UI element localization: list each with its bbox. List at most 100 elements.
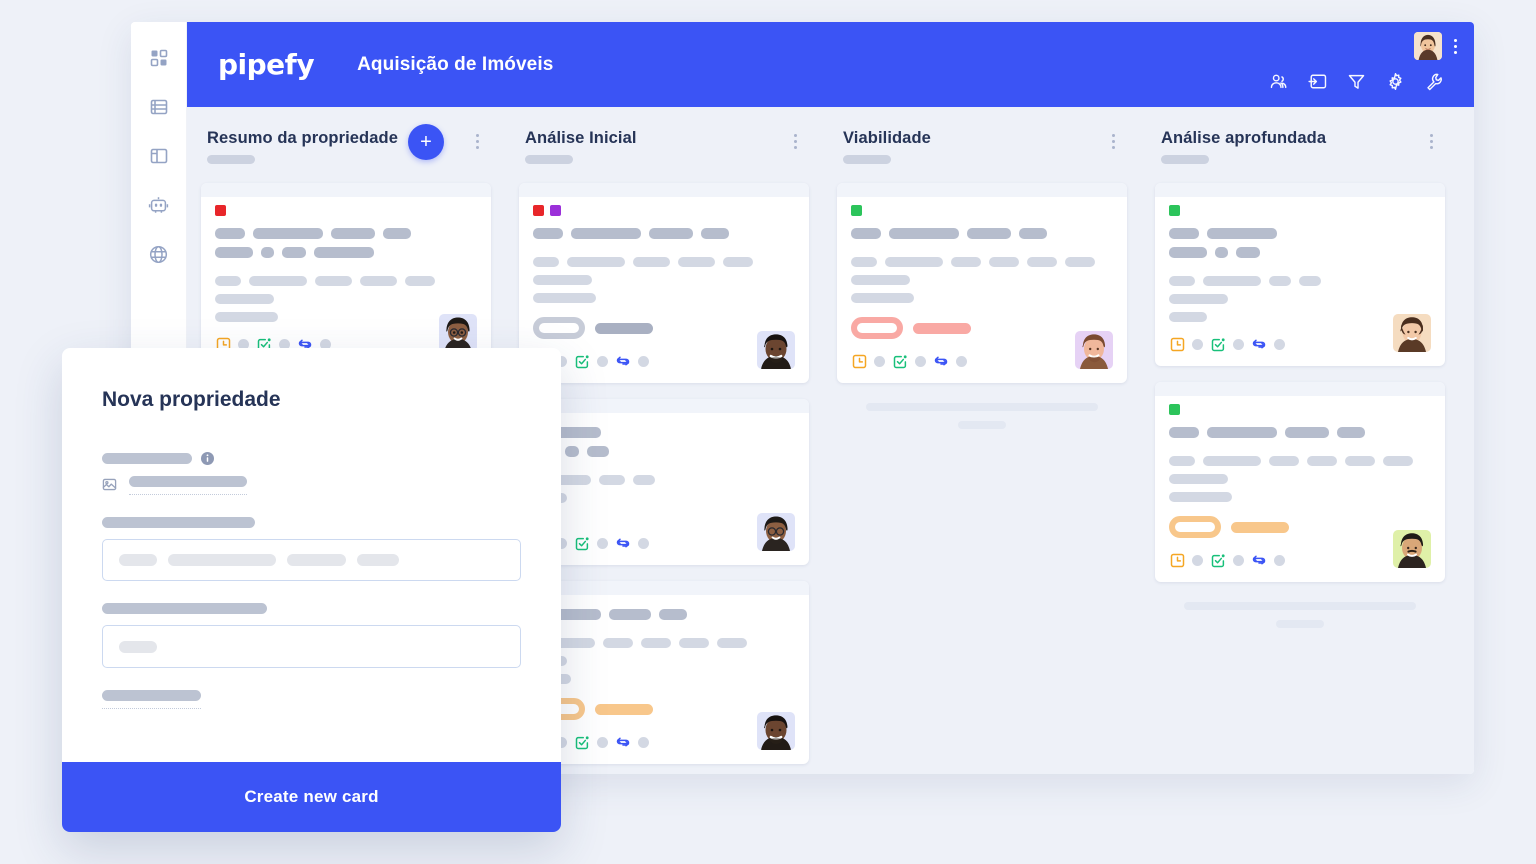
card-body-skeleton [1169,456,1195,466]
header-kebab-menu[interactable] [1448,36,1462,56]
image-attachment-icon[interactable] [102,477,117,492]
card[interactable] [1155,382,1445,582]
card-title-skeleton [282,247,306,258]
card[interactable] [837,183,1127,383]
card-footer-placeholder [1274,338,1285,350]
card-badge-skeleton [595,322,653,334]
card-label-chips [215,205,477,216]
sidebar-item-grid-dashboard[interactable] [145,44,173,72]
connection-sync-icon[interactable] [615,535,631,551]
card-assignee-avatar[interactable] [1393,530,1431,568]
card-title-skeleton [1215,247,1228,258]
card[interactable] [1155,183,1445,366]
card-title-skeleton [659,609,687,620]
info-icon[interactable] [201,452,214,465]
card-body-skeleton [1203,456,1261,466]
card-assignee-avatar[interactable] [757,331,795,369]
card-footer-placeholder [597,355,608,367]
card-cover-strip [1155,382,1445,396]
card-body-skeleton [1383,456,1413,466]
card-assignee-avatar[interactable] [439,314,477,352]
field-label-skeleton [102,690,201,701]
connection-sync-icon[interactable] [615,734,631,750]
field-label-skeleton [102,517,255,528]
checklist-icon[interactable] [1210,336,1226,352]
card-body-skeleton [723,257,753,267]
card-assignee-avatar[interactable] [1393,314,1431,352]
card-cover-strip [837,183,1127,197]
sidebar-item-globe[interactable] [145,240,173,268]
card-title-skeleton [609,609,651,620]
card-footer-placeholder [638,537,649,549]
connection-sync-icon[interactable] [933,353,949,369]
checklist-icon[interactable] [574,535,590,551]
card-body-skeleton [633,475,655,485]
members-icon[interactable] [1269,72,1288,91]
attachment-value-field[interactable] [129,476,247,495]
card[interactable] [201,183,491,366]
column-menu-button[interactable] [788,130,803,153]
modal-body: Nova propriedade [62,348,561,762]
tools-wrench-icon[interactable] [1425,72,1444,91]
card-assignee-avatar[interactable] [1075,331,1113,369]
card-assignee-avatar[interactable] [757,712,795,750]
card-body-skeleton [360,276,397,286]
card-label-chips [1169,205,1431,216]
label-chip-red [215,205,226,216]
robot-automation-icon [148,195,169,216]
connection-sync-icon[interactable] [1251,336,1267,352]
connection-sync-icon[interactable] [1251,552,1267,568]
card-title-skeleton [851,228,881,239]
card-assignee-avatar[interactable] [757,513,795,551]
column-menu-button[interactable] [1424,130,1439,153]
column-menu-button[interactable] [1106,130,1121,153]
checklist-icon[interactable] [574,734,590,750]
dotted-field [102,690,521,709]
checklist-icon[interactable] [1210,552,1226,568]
column-count-placeholder [1161,155,1209,164]
loading-bar [866,403,1098,411]
checklist-icon[interactable] [574,353,590,369]
card-footer-placeholder [1233,338,1244,350]
card-footer-placeholder [1274,554,1285,566]
pipefy-logo[interactable]: pipefy [218,50,315,79]
card-body-skeleton [717,638,747,648]
card-status-badge-overdue [851,317,903,339]
card-body-skeleton [1307,456,1337,466]
create-new-card-button[interactable]: Create new card [62,762,561,832]
column-title: Resumo da propriedade [207,129,398,147]
top-header: pipefy Aquisição de Imóveis [187,22,1474,107]
checklist-icon[interactable] [892,353,908,369]
card[interactable] [519,399,809,565]
short-text-input[interactable] [102,625,521,668]
due-date-clock-icon[interactable] [1169,552,1185,568]
description-input[interactable] [102,539,521,581]
add-card-button[interactable]: + [407,124,444,160]
dotted-field-label[interactable] [102,690,201,709]
sidebar-item-database[interactable] [145,93,173,121]
due-date-clock-icon[interactable] [1169,336,1185,352]
input-value-skeleton [119,640,157,653]
label-chip-green [851,205,862,216]
card-body-skeleton [603,638,633,648]
column-menu-button[interactable] [470,130,485,153]
loading-bar [1184,602,1416,610]
settings-gear-icon[interactable] [1386,72,1405,91]
card[interactable] [519,183,809,383]
board-column-4: Análise aprofundada [1141,129,1459,774]
avatar[interactable] [1414,32,1442,60]
sidebar-item-robot-automation[interactable] [145,191,173,219]
card-body-skeleton [1269,276,1291,286]
filter-icon[interactable] [1347,72,1366,91]
card-title-skeleton [215,228,245,239]
card-footer [851,353,1113,369]
column-loading-placeholder [837,403,1127,429]
card-footer-placeholder [956,355,967,367]
card[interactable] [519,581,809,764]
connection-sync-icon[interactable] [615,353,631,369]
due-date-clock-icon[interactable] [851,353,867,369]
import-card-icon[interactable] [1308,72,1327,91]
sidebar-item-layout-panel[interactable] [145,142,173,170]
card-badge-row [533,698,795,720]
column-count-placeholder [207,155,255,164]
